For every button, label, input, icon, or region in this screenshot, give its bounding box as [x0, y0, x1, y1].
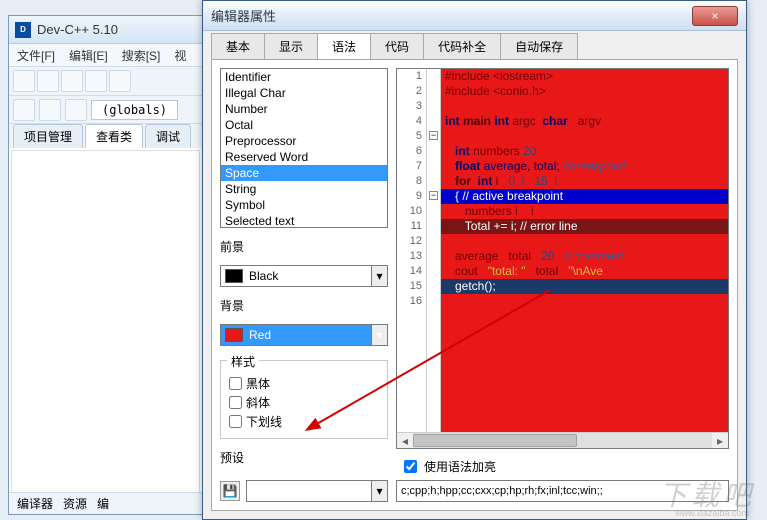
devcpp-icon: D — [15, 22, 31, 38]
fold-icon[interactable]: − — [429, 191, 438, 200]
scrollbar-thumb[interactable] — [413, 434, 577, 447]
preset-dropdown[interactable]: ▾ — [246, 480, 388, 502]
list-item[interactable]: Identifier — [221, 69, 387, 85]
list-item-selected[interactable]: Space — [221, 165, 387, 181]
status-res[interactable]: 资源 — [63, 495, 87, 512]
style-legend: 样式 — [227, 353, 259, 370]
fold-icon[interactable]: − — [429, 131, 438, 140]
toolbar-button[interactable] — [61, 70, 83, 92]
toolbar-button[interactable] — [109, 70, 131, 92]
list-item[interactable]: Octal — [221, 117, 387, 133]
status-log[interactable]: 编 — [97, 495, 109, 512]
main-title: Dev-C++ 5.10 — [37, 22, 118, 37]
close-button[interactable]: × — [692, 6, 738, 26]
list-item[interactable]: Reserved Word — [221, 149, 387, 165]
color-swatch-black — [225, 269, 243, 283]
toolbar — [9, 66, 202, 96]
background-label: 背景 — [220, 297, 388, 314]
menubar: 文件[F] 编辑[E] 搜索[S] 视 — [9, 44, 202, 66]
horizontal-scrollbar[interactable]: ◂ ▸ — [397, 432, 728, 448]
list-item[interactable]: String — [221, 181, 387, 197]
toolbar-button[interactable] — [37, 70, 59, 92]
menu-view[interactable]: 视 — [174, 47, 186, 64]
tab-classes[interactable]: 查看类 — [85, 124, 143, 148]
toolbar-row2: (globals) — [9, 96, 202, 124]
foreground-label: 前景 — [220, 238, 388, 255]
italic-checkbox[interactable] — [229, 396, 242, 409]
menu-file[interactable]: 文件[F] — [17, 47, 55, 64]
list-item[interactable]: Illegal Char — [221, 85, 387, 101]
toolbar-button[interactable] — [85, 70, 107, 92]
scroll-right-icon[interactable]: ▸ — [712, 433, 728, 448]
tab-display[interactable]: 显示 — [264, 33, 318, 59]
code-preview: 1234 5678 9101112 13141516 − − #include … — [396, 68, 729, 449]
editor-properties-dialog: 编辑器属性 × 基本 显示 语法 代码 代码补全 自动保存 Identifier… — [202, 0, 747, 520]
bold-checkbox-row[interactable]: 黑体 — [229, 375, 379, 392]
dialog-title: 编辑器属性 — [211, 6, 692, 25]
italic-checkbox-row[interactable]: 斜体 — [229, 394, 379, 411]
fold-gutter: − − — [427, 69, 441, 432]
globals-dropdown[interactable]: (globals) — [91, 100, 178, 120]
toolbar-button[interactable] — [13, 70, 35, 92]
statusbar: 编译器 资源 编 — [9, 492, 202, 514]
toolbar-button[interactable] — [65, 99, 87, 121]
background-color-picker[interactable]: Red ▾ — [220, 324, 388, 346]
code-area: #include <iostream> #include <conio.h> i… — [441, 69, 728, 432]
background-value: Red — [247, 328, 371, 342]
style-groupbox: 样式 黑体 斜体 下划线 — [220, 360, 388, 439]
menu-search[interactable]: 搜索[S] — [122, 47, 161, 64]
underline-checkbox[interactable] — [229, 415, 242, 428]
list-item[interactable]: Preprocessor — [221, 133, 387, 149]
devcpp-main-window: D Dev-C++ 5.10 文件[F] 编辑[E] 搜索[S] 视 (glob… — [8, 15, 203, 515]
close-icon: × — [711, 9, 718, 23]
dialog-tabs: 基本 显示 语法 代码 代码补全 自动保存 — [203, 31, 746, 59]
list-item[interactable]: Number — [221, 101, 387, 117]
toolbar-button[interactable] — [13, 99, 35, 121]
tab-basic[interactable]: 基本 — [211, 33, 265, 59]
use-highlight-label: 使用语法加亮 — [424, 458, 496, 475]
menu-edit[interactable]: 编辑[E] — [69, 47, 108, 64]
toolbar-button[interactable] — [39, 99, 61, 121]
foreground-color-picker[interactable]: Black ▾ — [220, 265, 388, 287]
panel-body — [11, 150, 200, 510]
chevron-down-icon[interactable]: ▾ — [371, 325, 387, 345]
save-preset-icon[interactable]: 💾 — [220, 481, 240, 501]
underline-checkbox-row[interactable]: 下划线 — [229, 413, 379, 430]
dialog-content: Identifier Illegal Char Number Octal Pre… — [211, 59, 738, 511]
tab-code[interactable]: 代码 — [370, 33, 424, 59]
use-highlight-checkbox[interactable] — [404, 460, 417, 473]
chevron-down-icon[interactable]: ▾ — [371, 481, 387, 501]
tab-syntax[interactable]: 语法 — [317, 33, 371, 59]
panel-tabs: 项目管理 查看类 调试 — [9, 124, 202, 148]
chevron-down-icon[interactable]: ▾ — [371, 266, 387, 286]
foreground-value: Black — [247, 269, 371, 283]
status-compiler[interactable]: 编译器 — [17, 495, 53, 512]
line-gutter: 1234 5678 9101112 13141516 — [397, 69, 427, 432]
dialog-titlebar[interactable]: 编辑器属性 × — [203, 1, 746, 31]
tab-debug[interactable]: 调试 — [145, 124, 191, 148]
watermark-url: www.xiazaiba.com — [675, 508, 749, 518]
list-item[interactable]: Symbol — [221, 197, 387, 213]
color-swatch-red — [225, 328, 243, 342]
tab-project[interactable]: 项目管理 — [13, 124, 83, 148]
bold-checkbox[interactable] — [229, 377, 242, 390]
tab-completion[interactable]: 代码补全 — [423, 33, 501, 59]
main-titlebar: D Dev-C++ 5.10 — [9, 16, 202, 44]
syntax-element-list[interactable]: Identifier Illegal Char Number Octal Pre… — [220, 68, 388, 228]
scroll-left-icon[interactable]: ◂ — [397, 433, 413, 448]
list-item[interactable]: Selected text — [221, 213, 387, 228]
preset-label: 预设 — [220, 449, 388, 466]
tab-autosave[interactable]: 自动保存 — [500, 33, 578, 59]
